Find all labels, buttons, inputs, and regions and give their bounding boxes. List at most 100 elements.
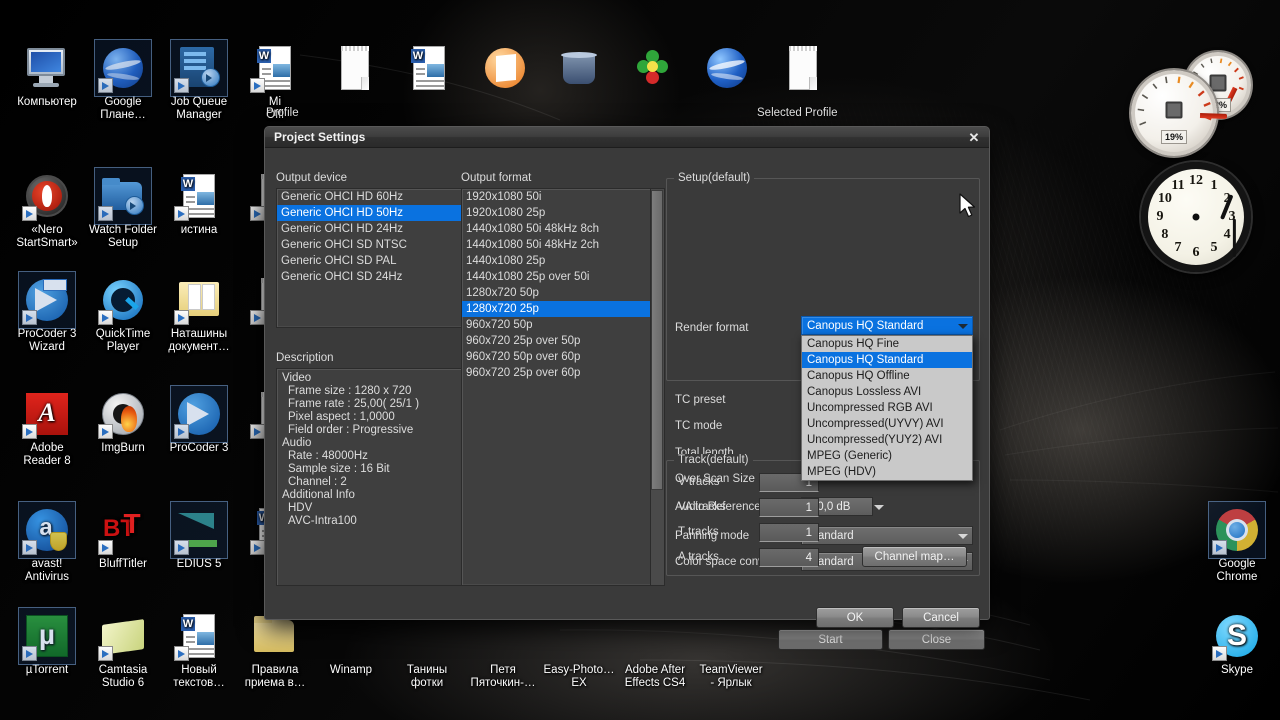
desktop-icon-teamviewer-shortcut[interactable]: TeamViewer - Ярлык xyxy=(692,612,770,690)
render-format-value: Canopus HQ Standard xyxy=(807,320,924,332)
cancel-button[interactable]: Cancel xyxy=(902,607,980,628)
list-item[interactable]: 960x720 50p over 60p xyxy=(462,349,664,365)
output-device-listbox[interactable]: Generic OHCI HD 60Hz Generic OHCI HD 50Hz… xyxy=(276,188,466,328)
close-button[interactable]: Close xyxy=(888,629,985,650)
close-icon[interactable]: ✕ xyxy=(966,130,982,145)
clock-numeral: 6 xyxy=(1192,245,1200,260)
desktop-icon-petya-pyatochkin[interactable]: Петя Пяточкин-… xyxy=(464,612,542,690)
project-settings-dialog[interactable]: Project Settings ✕ Output device Generic… xyxy=(264,126,990,628)
desktop-icon-procoder3[interactable]: ProCoder 3 xyxy=(160,385,238,455)
desktop-icon-pravila-priema[interactable]: Правила приема в… xyxy=(236,612,314,690)
list-item[interactable]: Generic OHCI HD 60Hz xyxy=(277,189,465,205)
channel-map-button[interactable]: Channel map… xyxy=(862,546,967,567)
dropdown-option[interactable]: MPEG (HDV) xyxy=(802,464,972,480)
list-item[interactable]: Generic OHCI HD 24Hz xyxy=(277,221,465,237)
list-item[interactable]: 1920x1080 25p xyxy=(462,205,664,221)
profile-label: Profile xyxy=(266,107,299,119)
desktop-icon-novyi-tekst[interactable]: W Новый текстов… xyxy=(160,612,238,690)
desktop-icon-computer[interactable]: Компьютер xyxy=(8,44,86,109)
desktop-icon-utorrent[interactable]: µ µTorrent xyxy=(8,607,86,677)
description-line: Additional Info xyxy=(282,489,355,501)
cpu-meter-gadget[interactable]: 19% xyxy=(1131,70,1228,156)
list-item[interactable]: 960x720 50p xyxy=(462,317,664,333)
queue-icon xyxy=(170,39,228,97)
shortcut-overlay-icon xyxy=(98,206,113,221)
desktop-icon-nero-startsmart[interactable]: «Nero StartSmart» xyxy=(8,172,86,250)
list-item[interactable]: Generic OHCI HD 50Hz xyxy=(277,205,465,221)
desktop-icon-label: Google Chrome xyxy=(1216,558,1258,583)
list-item[interactable]: 1280x720 50p xyxy=(462,285,664,301)
list-item[interactable]: 1440x1080 50i 48kHz 2ch xyxy=(462,237,664,253)
desktop-icon-procoder3-wizard[interactable]: ProCoder 3 Wizard xyxy=(8,271,86,354)
desktop-icon-google-chrome[interactable]: Google Chrome xyxy=(1198,501,1276,584)
desktop-icon-label: Петя Пяточкин-… xyxy=(470,664,536,689)
list-item[interactable]: Generic OHCI SD PAL xyxy=(277,253,465,269)
desktop-icon-openoffice-icon[interactable] xyxy=(466,44,544,96)
list-item[interactable]: 1280x720 25p xyxy=(462,301,664,317)
cpu-usage-label: 19% xyxy=(1160,130,1188,145)
dropdown-option[interactable]: Canopus HQ Standard xyxy=(802,352,972,368)
output-format-listbox[interactable]: 1920x1080 50i 1920x1080 25p 1440x1080 50i … xyxy=(461,188,665,586)
desktop-icon-avast-antivirus[interactable]: a avast! Antivirus xyxy=(8,501,86,584)
description-line: Rate : 48000Hz xyxy=(288,450,368,462)
desktop-icon-recycle-bin[interactable] xyxy=(540,44,618,96)
render-format-dropdown-list[interactable]: Canopus HQ Fine Canopus HQ Standard Canopu… xyxy=(801,335,973,481)
desktop-icon-skype[interactable]: S Skype xyxy=(1198,612,1276,677)
desktop-icon-ie-globe-icon[interactable] xyxy=(688,44,766,96)
desktop-icon-quicktime-player[interactable]: QuickTime Player xyxy=(84,276,162,354)
desktop-icon-natasha-docs[interactable]: Наташины документ… xyxy=(160,276,238,354)
list-item[interactable]: 1440x1080 25p xyxy=(462,253,664,269)
desktop-icon-notepad-doc-2[interactable] xyxy=(764,44,842,96)
gauge-needle-cpu xyxy=(1200,113,1228,119)
desktop-icon-watch-folder-setup[interactable]: Watch Folder Setup xyxy=(84,167,162,250)
desktop-icon-istina-doc[interactable]: Wистина xyxy=(160,172,238,237)
dropdown-option[interactable]: Canopus Lossless AVI xyxy=(802,384,972,400)
desktop-icon-adobe-reader-8[interactable]: A Adobe Reader 8 xyxy=(8,390,86,468)
desktop-icon-label: Camtasia Studio 6 xyxy=(98,664,148,689)
start-button[interactable]: Start xyxy=(778,629,883,650)
list-item[interactable]: 1920x1080 50i xyxy=(462,189,664,205)
dropdown-option[interactable]: Uncompressed(YUY2) AVI xyxy=(802,432,972,448)
desktop-icon-notepad-doc-1[interactable] xyxy=(316,44,394,96)
analog-clock-gadget[interactable]: 121234567891011 xyxy=(1141,162,1251,272)
list-item[interactable]: Generic OHCI SD 24Hz xyxy=(277,269,465,285)
dropdown-option[interactable]: MPEG (Generic) xyxy=(802,448,972,464)
desktop-icon-imgburn[interactable]: ImgBurn xyxy=(84,390,162,455)
dropdown-option[interactable]: Uncompressed RGB AVI xyxy=(802,400,972,416)
avast-icon: a xyxy=(18,501,76,559)
list-item[interactable]: 1440x1080 25p over 50i xyxy=(462,269,664,285)
shortcut-overlay-icon xyxy=(1212,646,1227,661)
track-count-field[interactable]: 4 xyxy=(759,548,819,567)
render-format-combobox[interactable]: Canopus HQ Standard xyxy=(801,316,973,335)
clock-numeral: 9 xyxy=(1156,209,1164,224)
ok-button[interactable]: OK xyxy=(816,607,894,628)
dropdown-option[interactable]: Uncompressed(UYVY) AVI xyxy=(802,416,972,432)
desktop-icon-blufftitler[interactable]: BT T BluffTitler xyxy=(84,506,162,571)
chrome-icon xyxy=(1208,501,1266,559)
dropdown-option[interactable]: Canopus HQ Offline xyxy=(802,368,972,384)
track-count-field[interactable]: 1 xyxy=(759,523,819,542)
desktop-icon-easy-photo-ex[interactable]: Easy-Photo… EX xyxy=(540,612,618,690)
dropdown-option[interactable]: Canopus HQ Fine xyxy=(802,336,972,352)
desktop-icon-word-doc-top[interactable]: W xyxy=(390,44,468,96)
desktop-icon-google-earth[interactable]: Google Плане… xyxy=(84,39,162,122)
track-row-label: V tracks xyxy=(678,476,720,488)
desktop-icon-tanin-foto[interactable]: Танины фотки xyxy=(388,612,466,690)
blank-doc-icon xyxy=(779,44,827,92)
blufftitler-icon: BT T xyxy=(98,506,147,555)
desktop-icon-job-queue-manager[interactable]: Job Queue Manager xyxy=(160,39,238,122)
desktop-icon-adobe-after-effects-cs4[interactable]: Adobe After Effects CS4 xyxy=(616,612,694,690)
desktop-icon-icq-icon[interactable] xyxy=(614,44,692,96)
desktop-icon-winamp[interactable]: Winamp xyxy=(312,612,390,677)
list-item[interactable]: Generic OHCI SD NTSC xyxy=(277,237,465,253)
list-item[interactable]: 1440x1080 50i 48kHz 8ch xyxy=(462,221,664,237)
track-count-field[interactable]: 1 xyxy=(759,498,819,517)
desktop-icon-edius-5[interactable]: EDIUS 5 xyxy=(160,501,238,571)
dialog-titlebar[interactable]: Project Settings ✕ xyxy=(265,127,989,148)
desktop-icon-camtasia-studio-6[interactable]: Camtasia Studio 6 xyxy=(84,612,162,690)
list-item[interactable]: 960x720 25p over 50p xyxy=(462,333,664,349)
output-format-scroll-thumb[interactable] xyxy=(651,190,663,490)
desktop-icon-label: Правила приема в… xyxy=(244,664,306,689)
desktop-icon-label: истина xyxy=(180,224,218,236)
list-item[interactable]: 960x720 25p over 60p xyxy=(462,365,664,381)
